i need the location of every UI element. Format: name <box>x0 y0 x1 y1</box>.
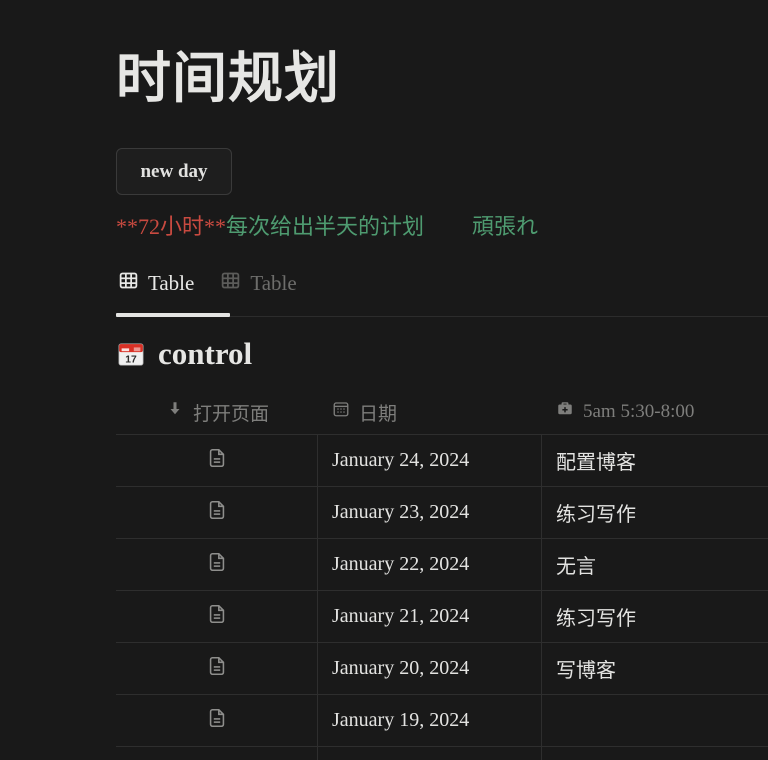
column-header-label: 日期 <box>359 403 398 425</box>
row-date-cell[interactable]: January 23, 2024 <box>318 487 542 538</box>
document-icon[interactable] <box>206 603 228 631</box>
table-icon <box>118 270 139 296</box>
tab-label: Table <box>250 270 297 295</box>
row-date-cell[interactable]: January 19, 2024 <box>318 695 542 746</box>
row-open-page-cell[interactable] <box>116 435 318 486</box>
column-header-label: 打开页面 <box>193 403 270 425</box>
tab-label: Table <box>148 270 195 295</box>
table-row[interactable]: January 23, 2024 练习写作 <box>116 486 768 538</box>
row-open-page-cell[interactable] <box>116 695 318 746</box>
section-header: 17 control <box>116 336 252 372</box>
page-title: 时间规划 <box>116 48 341 109</box>
briefcase-icon <box>556 400 574 424</box>
download-arrow-icon <box>166 400 184 424</box>
row-task-cell[interactable]: 无言 <box>542 539 768 590</box>
row-open-page-cell[interactable] <box>116 747 318 760</box>
row-date-cell[interactable]: January 24, 2024 <box>318 435 542 486</box>
column-header-schedule[interactable]: 5am 5:30-8:00 <box>542 390 768 434</box>
table-row[interactable]: January 20, 2024 写博客 <box>116 642 768 694</box>
tab-table-secondary[interactable]: Table <box>218 268 302 308</box>
section-title: control <box>158 336 253 371</box>
table-row[interactable]: January 21, 2024 练习写作 <box>116 590 768 642</box>
new-day-button-label: new day <box>140 160 208 182</box>
document-icon[interactable] <box>206 447 228 475</box>
table-row[interactable]: January 24, 2024 配置博客 <box>116 434 768 486</box>
row-task-cell[interactable]: 练习写作 <box>542 487 768 538</box>
new-day-button[interactable]: new day <box>116 148 232 195</box>
note-ganbare-text: 頑張れ <box>472 214 539 239</box>
row-task-cell[interactable] <box>542 695 768 746</box>
table-row[interactable]: January 19, 2024 <box>116 694 768 746</box>
row-open-page-cell[interactable] <box>116 487 318 538</box>
column-header-open-page[interactable]: 打开页面 <box>116 390 318 434</box>
document-icon[interactable] <box>206 655 228 683</box>
tab-bar: Table Table <box>116 268 768 316</box>
note-hours-text: **72小时** <box>116 214 227 239</box>
row-open-page-cell[interactable] <box>116 591 318 642</box>
row-date-cell[interactable]: January 21, 2024 <box>318 591 542 642</box>
row-date-cell[interactable]: January 22, 2024 <box>318 539 542 590</box>
calendar-emoji: 17 <box>116 339 146 369</box>
control-table: 打开页面 日期 5am 5:30-8:00 January 24, 2024 配… <box>116 390 768 760</box>
row-task-cell[interactable]: 写博客 <box>542 643 768 694</box>
row-date-cell[interactable]: January 20, 2024 <box>318 643 542 694</box>
table-icon <box>220 270 241 296</box>
row-task-cell[interactable] <box>542 747 768 760</box>
row-open-page-cell[interactable] <box>116 539 318 590</box>
note-line: **72小时**每次给出半天的计划 頑張れ <box>116 212 538 242</box>
svg-text:17: 17 <box>125 354 137 365</box>
row-task-cell[interactable]: 练习写作 <box>542 591 768 642</box>
column-header-label: 5am 5:30-8:00 <box>583 401 695 422</box>
table-row[interactable]: January 22, 2024 无言 <box>116 538 768 590</box>
tab-table-primary[interactable]: Table <box>116 268 200 308</box>
document-icon[interactable] <box>206 707 228 735</box>
note-plan-text: 每次给出半天的计划 <box>226 214 425 239</box>
table-header-row: 打开页面 日期 5am 5:30-8:00 <box>116 390 768 434</box>
table-row[interactable] <box>116 746 768 760</box>
document-icon[interactable] <box>206 499 228 527</box>
row-open-page-cell[interactable] <box>116 643 318 694</box>
column-header-date[interactable]: 日期 <box>318 390 542 434</box>
page-root: 时间规划 new day **72小时**每次给出半天的计划 頑張れ Table <box>0 0 768 760</box>
row-task-cell[interactable]: 配置博客 <box>542 435 768 486</box>
calendar-grid-icon <box>332 400 350 424</box>
row-date-cell[interactable] <box>318 747 542 760</box>
document-icon[interactable] <box>206 551 228 579</box>
active-tab-underline <box>116 313 230 317</box>
